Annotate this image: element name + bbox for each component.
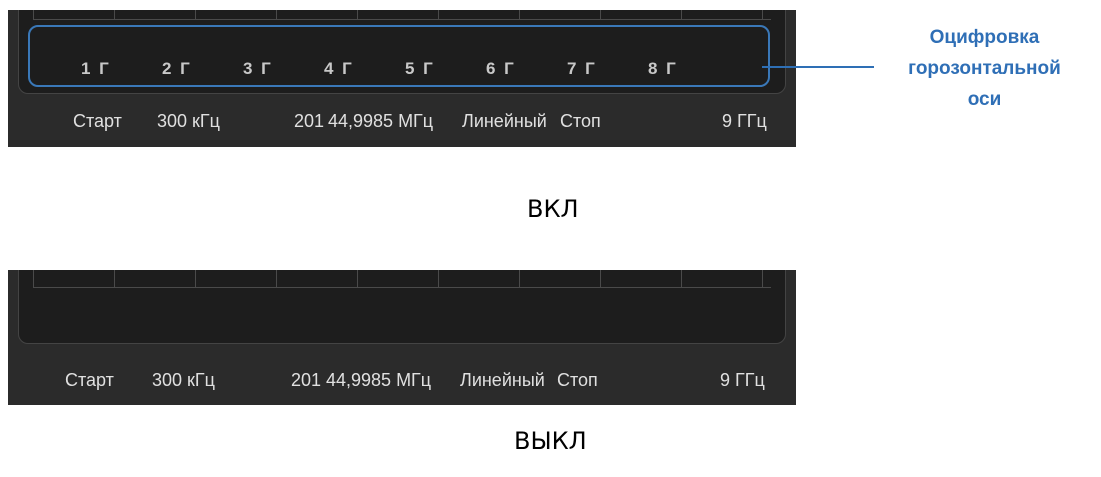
grid-line: [600, 270, 601, 288]
start-value[interactable]: 300 кГц: [152, 370, 215, 391]
grid-line: [33, 10, 34, 20]
start-label[interactable]: Старт: [65, 370, 114, 391]
grid-line: [438, 270, 439, 288]
grid-line: [681, 10, 682, 20]
grid-line: [33, 287, 771, 288]
callout-connector: [762, 66, 874, 68]
grid-line: [357, 270, 358, 288]
panel-axis-digitization-on: 1 Г 2 Г 3 Г 4 Г 5 Г 6 Г 7 Г 8 Г Старт 30…: [8, 10, 796, 147]
callout-line-2: горозонтальной: [908, 58, 1061, 79]
panel-axis-digitization-off: Старт 300 кГц 201 44,9985 МГц Линейный С…: [8, 270, 796, 405]
grid-line: [438, 10, 439, 20]
sweep-type[interactable]: Линейный: [462, 111, 547, 132]
grid-line: [357, 10, 358, 20]
grid-line: [195, 10, 196, 20]
plot-area: [18, 270, 786, 344]
grid-line: [762, 10, 763, 20]
start-value[interactable]: 300 кГц: [157, 111, 220, 132]
callout-line-1: Оцифровка: [929, 27, 1040, 48]
caption-off: ВЫКЛ: [514, 427, 587, 455]
grid-line: [33, 19, 771, 20]
grid-line: [114, 10, 115, 20]
callout-label: Оцифровка горозонтальной оси: [868, 22, 1101, 115]
grid-line: [600, 10, 601, 20]
callout-line-3: оси: [967, 89, 1002, 110]
grid-line: [276, 270, 277, 288]
grid-line: [762, 270, 763, 288]
axis-digitization-highlight: [28, 25, 770, 87]
status-bar: Старт 300 кГц 201 44,9985 МГц Линейный С…: [8, 364, 796, 404]
grid-line: [33, 270, 34, 288]
grid-line: [276, 10, 277, 20]
status-bar: Старт 300 кГц 201 44,9985 МГц Линейный С…: [8, 105, 796, 145]
step-value[interactable]: 44,9985 МГц: [328, 111, 433, 132]
start-label[interactable]: Старт: [73, 111, 122, 132]
sweep-type[interactable]: Линейный: [460, 370, 545, 391]
stop-label[interactable]: Стоп: [560, 111, 601, 132]
stop-value[interactable]: 9 ГГц: [720, 370, 765, 391]
stop-value[interactable]: 9 ГГц: [722, 111, 767, 132]
caption-on: ВКЛ: [527, 195, 579, 223]
points-count[interactable]: 201: [294, 111, 324, 132]
stop-label[interactable]: Стоп: [557, 370, 598, 391]
grid-line: [114, 270, 115, 288]
grid-line: [681, 270, 682, 288]
grid-line: [519, 10, 520, 20]
points-count[interactable]: 201: [291, 370, 321, 391]
grid-line: [519, 270, 520, 288]
step-value[interactable]: 44,9985 МГц: [326, 370, 431, 391]
grid-line: [195, 270, 196, 288]
